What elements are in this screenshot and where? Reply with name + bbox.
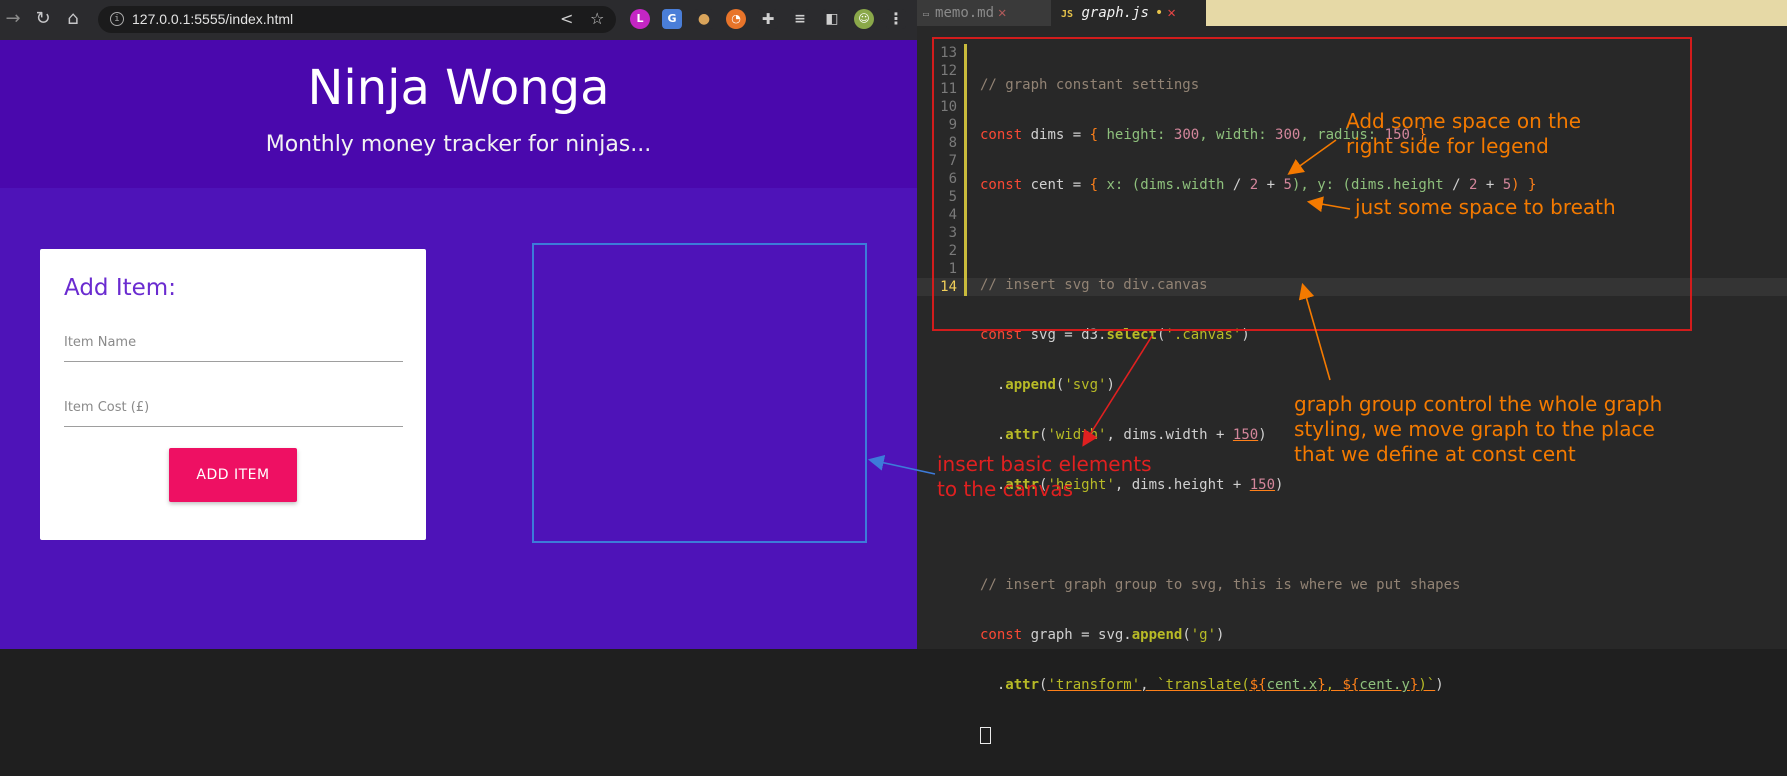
extensions-icon[interactable]: ✚ [758,9,778,29]
svg-canvas [532,243,867,543]
item-name-field [64,327,403,362]
code-prop: cent.x [1266,677,1318,693]
annotation-graph-group: graph group control the whole graph styl… [1294,392,1663,466]
menu-icon[interactable]: ⋮ [886,9,906,29]
item-name-input[interactable] [64,327,403,357]
add-item-form: Add Item: ADD ITEM [40,249,426,540]
info-icon[interactable]: i [110,12,124,26]
code-string: 'g' [1190,627,1217,643]
annotation-legend-space: Add some space on the right side for leg… [1346,109,1581,158]
close-icon[interactable]: ✕ [998,5,1006,21]
code-number: 150 [1249,477,1276,493]
code-function: attr [1005,427,1040,443]
code-template: , [1325,677,1343,693]
browser-window: → ↻ ⌂ i 127.0.0.1:5555/index.html < ☆ L … [0,0,917,649]
highlight-frame [932,37,1692,331]
code-template: `translate( [1157,677,1250,693]
close-icon[interactable]: ✕ [1167,5,1175,21]
browser-toolbar: → ↻ ⌂ i 127.0.0.1:5555/index.html < ☆ L … [0,0,917,41]
home-icon[interactable]: ⌂ [60,6,86,32]
web-page: Ninja Wonga Monthly money tracker for ni… [0,40,917,649]
side-panel-icon[interactable]: ◧ [822,9,842,29]
profile-icon[interactable]: ☺ [854,9,874,29]
code-text: ( [1182,627,1191,643]
form-heading: Add Item: [64,275,176,301]
code-template: )` [1418,677,1436,693]
extension-lr-icon[interactable]: L [630,9,650,29]
extension-cookie-icon[interactable]: ● [694,9,714,29]
item-cost-field [64,392,403,427]
add-item-button[interactable]: ADD ITEM [169,448,297,502]
extension-translate-icon[interactable]: G [662,9,682,29]
header-banner: Ninja Wonga Monthly money tracker for ni… [0,40,917,188]
code-text: ) [1106,377,1115,393]
tab-label: memo.md [935,5,995,21]
item-cost-input[interactable] [64,392,403,422]
code-text: . [980,677,1006,693]
text-cursor [980,726,991,744]
code-text: . [980,377,1006,393]
code-string: 'width' [1047,427,1107,443]
code-number: 150 [1232,427,1259,443]
code-string: 'svg' [1064,377,1107,393]
code-interp: ${ [1342,677,1360,693]
code-interp: ${ [1249,677,1267,693]
tab-label: graph.js [1081,5,1149,21]
url-text[interactable]: 127.0.0.1:5555/index.html [132,11,293,27]
code-line[interactable]: const graph = svg.append('g') [980,626,1536,644]
code-text: ( [1039,677,1048,693]
modified-dot-icon: • [1154,5,1164,21]
code-text: , [1140,677,1158,693]
reading-list-icon[interactable]: ≡ [790,9,810,29]
star-icon[interactable]: ☆ [590,9,604,28]
code-string: 'transform' [1047,677,1141,693]
code-function: append [1005,377,1056,393]
markdown-file-icon: ▭ [923,9,930,20]
code-comment: // insert graph group to svg, this is wh… [980,577,1461,593]
code-text: ) [1275,477,1284,493]
code-editor: ▭ memo.md ✕ JS graph.js • ✕ 13 12 11 10 9 8 … [917,0,1787,744]
back-icon[interactable]: → [0,6,26,32]
code-text: graph = svg. [1022,627,1132,643]
code-text: ) [1216,627,1225,643]
editor-tab-bar: ▭ memo.md ✕ JS graph.js • ✕ [917,0,1787,26]
code-text: , dims.width + [1106,427,1233,443]
reload-icon[interactable]: ↻ [30,6,56,32]
code-prop: cent.y [1359,677,1410,693]
tab-memo-md[interactable]: ▭ memo.md ✕ [923,0,1006,26]
code-function: attr [1005,677,1040,693]
code-text: ) [1258,427,1267,443]
code-line[interactable]: .attr('transform', `translate(${cent.x},… [980,676,1536,694]
annotation-breath-space: just some space to breath [1355,195,1616,219]
tab-graph-js[interactable]: JS graph.js • ✕ [1051,0,1206,26]
share-icon[interactable]: < [560,9,573,28]
code-line[interactable] [980,526,1536,544]
code-function: append [1131,627,1183,643]
address-bar[interactable]: i 127.0.0.1:5555/index.html < ☆ [98,6,616,33]
page-title: Ninja Wonga [307,60,610,116]
code-interp: } [1409,677,1419,693]
code-text: ) [1435,677,1444,693]
code-text: . [980,427,1006,443]
code-line-current[interactable] [980,726,1536,744]
js-file-icon: JS [1061,9,1074,20]
page-subtitle: Monthly money tracker for ninjas... [265,132,652,157]
code-keyword: const [980,627,1023,643]
code-line[interactable]: // insert graph group to svg, this is wh… [980,576,1536,594]
annotation-insert-basic: insert basic elements to the canvas [937,452,1152,501]
code-interp: } [1317,677,1326,693]
extension-stopwatch-icon[interactable]: ◔ [726,9,746,29]
